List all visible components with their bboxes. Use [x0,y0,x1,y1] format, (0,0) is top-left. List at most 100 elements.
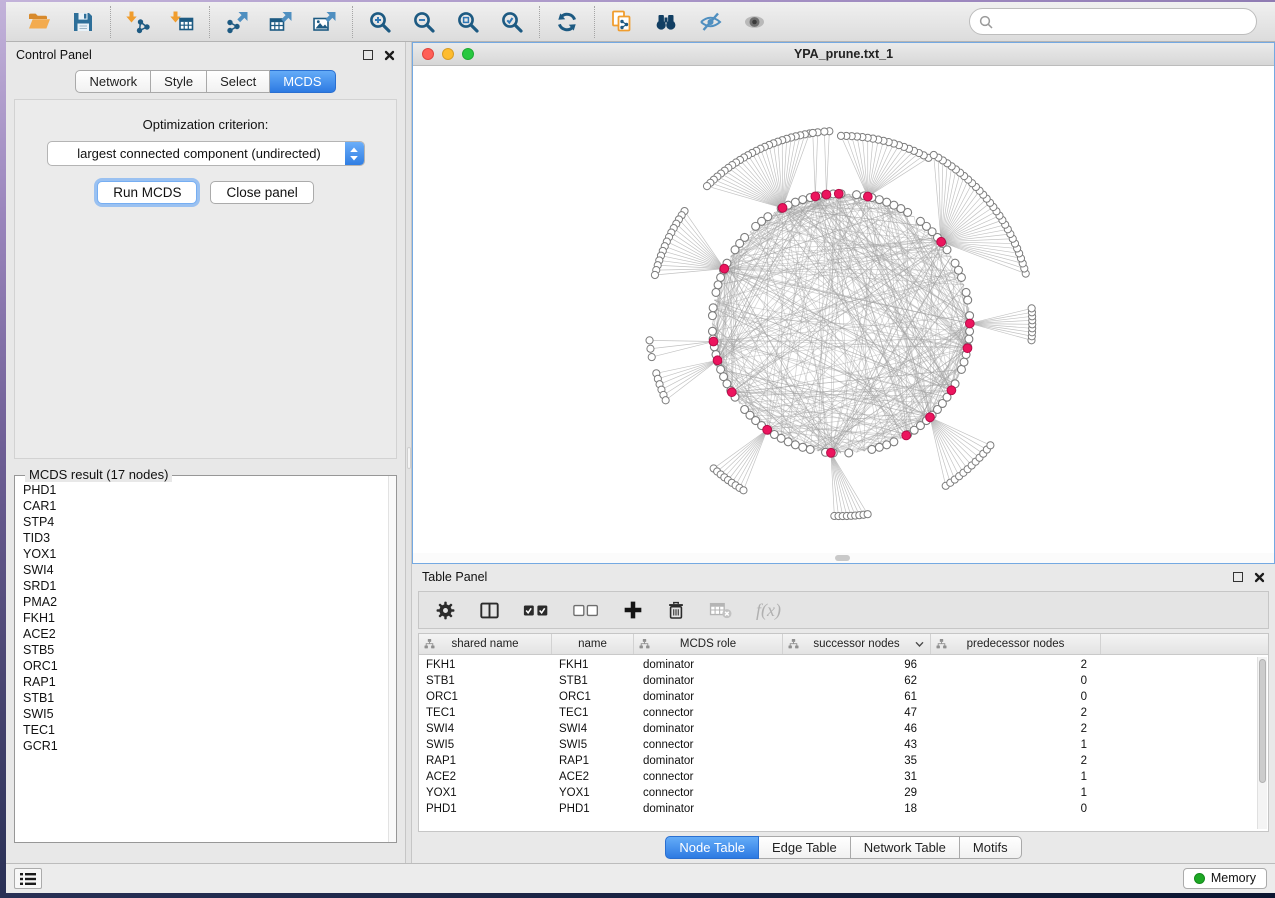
mcds-result-item[interactable]: TEC1 [23,722,382,738]
zoom-fit-button[interactable] [454,8,482,36]
export-table-button[interactable] [267,8,295,36]
table-cell: ORC1 [552,691,634,703]
mcds-result-list[interactable]: PHD1CAR1STP4TID3YOX1SWI4SRD1PMA2FKH1ACE2… [15,476,388,842]
table-panel-title: Table Panel [422,570,487,584]
tab-network[interactable]: Network [75,70,151,93]
column-header-shared-name[interactable]: shared name [419,634,552,654]
zoom-selected-button[interactable] [498,8,526,36]
table-cell: FKH1 [419,659,552,671]
zoom-in-button[interactable] [366,8,394,36]
mcds-result-item[interactable]: SRD1 [23,578,382,594]
tab-motifs[interactable]: Motifs [960,836,1022,859]
mcds-result-item[interactable]: STB5 [23,642,382,658]
tab-network-table[interactable]: Network Table [851,836,960,859]
tab-node-table[interactable]: Node Table [665,836,759,859]
table-vertical-scrollbar[interactable] [1257,657,1267,829]
mcds-result-item[interactable]: FKH1 [23,610,382,626]
tab-mcds[interactable]: MCDS [270,70,335,93]
close-panel-button[interactable]: Close panel [210,181,313,204]
toggle-column-display-icon[interactable] [479,601,500,620]
status-bar: Memory [6,863,1275,893]
hide-selected-button[interactable] [696,8,724,36]
table-row[interactable]: PHD1PHD1dominator180 [419,801,1268,817]
export-network-button[interactable] [223,8,251,36]
show-all-button[interactable] [740,8,768,36]
close-table-panel-icon[interactable] [1254,572,1265,583]
table-row[interactable]: ACE2ACE2connector311 [419,769,1268,785]
tab-edge-table[interactable]: Edge Table [759,836,851,859]
table-cell: connector [634,707,783,719]
add-column-icon[interactable] [623,600,643,620]
float-panel-icon[interactable] [363,50,373,60]
mcds-result-item[interactable]: PMA2 [23,594,382,610]
mcds-result-item[interactable]: STB1 [23,690,382,706]
network-canvas[interactable] [413,66,1274,553]
search-box[interactable] [969,8,1257,35]
run-mcds-button[interactable]: Run MCDS [97,181,197,204]
table-row[interactable]: SWI5SWI5connector431 [419,737,1268,753]
table-vscroll-thumb[interactable] [1259,659,1266,783]
table-cell: STB1 [552,675,634,687]
divider-handle[interactable] [407,447,411,469]
close-panel-icon[interactable] [384,50,395,61]
mcds-result-item[interactable]: GCR1 [23,738,382,754]
float-table-panel-icon[interactable] [1233,572,1243,582]
table-cell: STB1 [419,675,552,687]
table-row[interactable]: FKH1FKH1dominator962 [419,657,1268,673]
mcds-result-item[interactable]: RAP1 [23,674,382,690]
import-network-button[interactable] [124,8,152,36]
mcds-result-item[interactable]: SWI5 [23,706,382,722]
import-network-icon [125,9,151,35]
zoom-out-button[interactable] [410,8,438,36]
search-input[interactable] [999,14,1247,29]
table-row[interactable]: TEC1TEC1connector472 [419,705,1268,721]
first-neighbors-button[interactable] [652,8,680,36]
mcds-result-item[interactable]: ORC1 [23,658,382,674]
open-file-button[interactable] [25,8,53,36]
mcds-result-item[interactable]: CAR1 [23,498,382,514]
mcds-result-item[interactable]: ACE2 [23,626,382,642]
function-builder-icon[interactable]: f(x) [756,600,781,621]
minimize-window-traffic-light[interactable] [442,48,454,60]
column-header-predecessor-nodes[interactable]: predecessor nodes [931,634,1101,654]
export-image-button[interactable] [311,8,339,36]
table-row[interactable]: ORC1ORC1dominator610 [419,689,1268,705]
table-cell: 1 [931,771,1101,783]
network-horizontal-scrollbar[interactable] [413,553,1274,563]
table-row[interactable]: RAP1RAP1dominator352 [419,753,1268,769]
tab-select[interactable]: Select [207,70,270,93]
network-hscroll-thumb[interactable] [835,555,850,561]
save-session-button[interactable] [69,8,97,36]
table-cell: PHD1 [419,803,552,815]
panel-divider[interactable] [405,42,412,863]
settings-gear-icon[interactable] [435,600,456,621]
memory-button[interactable]: Memory [1183,868,1267,889]
column-header-mcds-role[interactable]: MCDS role [634,634,783,654]
table-row[interactable]: STB1STB1dominator620 [419,673,1268,689]
table-row[interactable]: YOX1YOX1connector291 [419,785,1268,801]
mcds-result-item[interactable]: YOX1 [23,546,382,562]
select-all-columns-icon[interactable] [523,604,550,617]
tab-style[interactable]: Style [151,70,207,93]
deselect-all-columns-icon[interactable] [573,604,600,617]
table-cell: SWI4 [552,723,634,735]
mcds-list-scrollbar[interactable] [388,476,396,842]
mcds-result-item[interactable]: PHD1 [23,482,382,498]
table-row[interactable]: SWI4SWI4dominator462 [419,721,1268,737]
refresh-view-button[interactable] [553,8,581,36]
mcds-result-item[interactable]: STP4 [23,514,382,530]
column-header-successor-nodes[interactable]: successor nodes [783,634,931,654]
open-folder-icon [26,9,52,35]
clone-network-button[interactable] [608,8,636,36]
close-window-traffic-light[interactable] [422,48,434,60]
task-history-button[interactable] [14,868,42,889]
optimization-criterion-select[interactable]: largest connected component (undirected) [47,141,365,166]
import-table-button[interactable] [168,8,196,36]
column-header-name[interactable]: name [552,634,634,654]
maximize-window-traffic-light[interactable] [462,48,474,60]
mcds-result-item[interactable]: SWI4 [23,562,382,578]
delete-column-trash-icon[interactable] [666,600,686,621]
delete-table-icon[interactable] [709,600,733,620]
table-cell: YOX1 [419,787,552,799]
mcds-result-item[interactable]: TID3 [23,530,382,546]
